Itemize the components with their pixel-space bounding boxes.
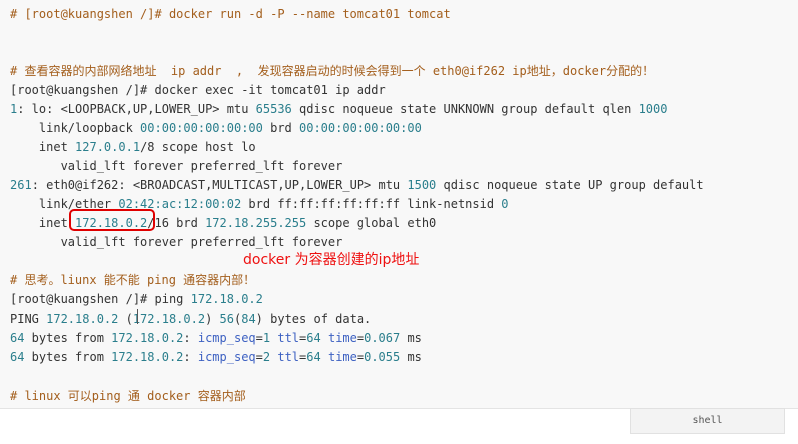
code-token: [root@kuangshen /]# docker run -d -P --n…: [24, 7, 451, 21]
code-token: valid_lft forever preferred_lft forever: [10, 235, 343, 249]
code-line: # linux 可以ping 通 docker 容器内部: [10, 388, 246, 404]
code-line: [root@kuangshen /]# docker exec -it tomc…: [10, 82, 386, 98]
code-token: # linux 可以ping 通 docker 容器内部: [10, 389, 246, 403]
code-token: (: [118, 312, 133, 326]
code-token: icmp_seq: [197, 331, 256, 345]
code-token: 64: [10, 331, 25, 345]
code-line: 64 bytes from 172.18.0.2: icmp_seq=1 ttl…: [10, 330, 422, 346]
code-token: 64: [10, 350, 25, 364]
code-token: /16 brd: [147, 216, 206, 230]
code-token: 172.18.255.255: [205, 216, 307, 230]
code-token: =: [255, 350, 263, 364]
ip-highlight-box: [69, 209, 155, 231]
code-token: [root@kuangshen /]# docker exec -it tomc…: [10, 83, 386, 97]
code-token: time: [327, 350, 357, 364]
code-token: # 查看容器的内部网络地址 ip addr , 发现容器启动的时候会得到一个 e…: [10, 64, 655, 78]
code-token: ms: [400, 331, 422, 345]
code-token: ) bytes of data.: [255, 312, 372, 326]
code-token: /8 scope host lo: [140, 140, 256, 154]
code-line: # 查看容器的内部网络地址 ip addr , 发现容器启动的时候会得到一个 e…: [10, 63, 654, 79]
code-token: : lo: <LOOPBACK,UP,LOWER_UP> mtu: [17, 102, 256, 116]
code-line: [root@kuangshen /]# ping 172.18.0.2: [10, 291, 263, 307]
code-token: 172.18.0.2: [111, 331, 184, 345]
code-token: [root@kuangshen /]# ping: [10, 292, 191, 306]
code-token: =: [255, 331, 263, 345]
code-token: ttl: [277, 350, 300, 364]
code-token: 00:00:00:00:00:00: [140, 121, 263, 135]
code-token: 1500: [407, 178, 437, 192]
ip-annotation: docker 为容器创建的ip地址: [243, 252, 420, 268]
code-token: ms: [400, 350, 422, 364]
code-token: 172.18.0.2: [111, 350, 184, 364]
code-token: : eth0@if262: <BROADCAST,MULTICAST,UP,LO…: [31, 178, 408, 192]
code-token: 172.18.0.2: [46, 312, 119, 326]
code-token: 56: [219, 312, 234, 326]
code-token: icmp_seq: [197, 350, 256, 364]
code-token: 64: [306, 350, 321, 364]
code-token: bytes from: [24, 331, 112, 345]
code-line: valid_lft forever preferred_lft forever: [10, 158, 343, 174]
code-token: brd: [262, 121, 299, 135]
code-token: valid_lft forever preferred_lft forever: [10, 159, 343, 173]
code-token: 84: [241, 312, 256, 326]
code-token: :: [183, 331, 198, 345]
code-token: scope global eth0: [306, 216, 437, 230]
code-token: :: [183, 350, 198, 364]
text-cursor: [137, 309, 138, 324]
code-line: 1: lo: <LOOPBACK,UP,LOWER_UP> mtu 65536 …: [10, 101, 667, 117]
code-token: time: [327, 331, 357, 345]
code-token: brd ff:ff:ff:ff:ff:ff link-netnsid: [241, 197, 502, 211]
code-token: 65536: [255, 102, 292, 116]
code-line: valid_lft forever preferred_lft forever: [10, 234, 343, 250]
code-token: # 思考。liunx 能不能 ping 通容器内部！: [10, 273, 256, 287]
code-line: # 思考。liunx 能不能 ping 通容器内部！: [10, 272, 255, 288]
code-token: 00:00:00:00:00:00: [299, 121, 422, 135]
code-token: 0.067: [364, 331, 401, 345]
code-token: qdisc noqueue state UP group default: [436, 178, 704, 192]
code-line: # [root@kuangshen /]# docker run -d -P -…: [10, 6, 451, 22]
code-token: ): [205, 312, 220, 326]
code-token: 261: [10, 178, 32, 192]
code-token: 64: [306, 331, 321, 345]
code-line: PING 172.18.0.2 (172.18.0.2) 56(84) byte…: [10, 311, 371, 327]
code-line: 64 bytes from 172.18.0.2: icmp_seq=2 ttl…: [10, 349, 422, 365]
code-block: # [root@kuangshen /]# docker run -d -P -…: [0, 0, 798, 408]
code-token: qdisc noqueue state UNKNOWN group defaul…: [291, 102, 639, 116]
code-token: #: [10, 7, 25, 21]
code-token: 0.055: [364, 350, 401, 364]
code-token: inet: [10, 216, 76, 230]
code-token: link/loopback: [10, 121, 141, 135]
code-line: link/loopback 00:00:00:00:00:00 brd 00:0…: [10, 120, 422, 136]
code-token: 172.18.0.2: [190, 292, 263, 306]
code-token: PING: [10, 312, 47, 326]
code-token: 0: [501, 197, 509, 211]
code-line: inet 127.0.0.1/8 scope host lo: [10, 139, 256, 155]
code-token: ttl: [277, 331, 300, 345]
code-token: 1000: [638, 102, 668, 116]
code-token: inet: [10, 140, 76, 154]
language-label[interactable]: shell: [630, 408, 785, 434]
code-token: 172.18.0.2: [132, 312, 206, 326]
code-token: bytes from: [24, 350, 112, 364]
code-line: 261: eth0@if262: <BROADCAST,MULTICAST,UP…: [10, 177, 704, 193]
code-token: 127.0.0.1: [75, 140, 141, 154]
